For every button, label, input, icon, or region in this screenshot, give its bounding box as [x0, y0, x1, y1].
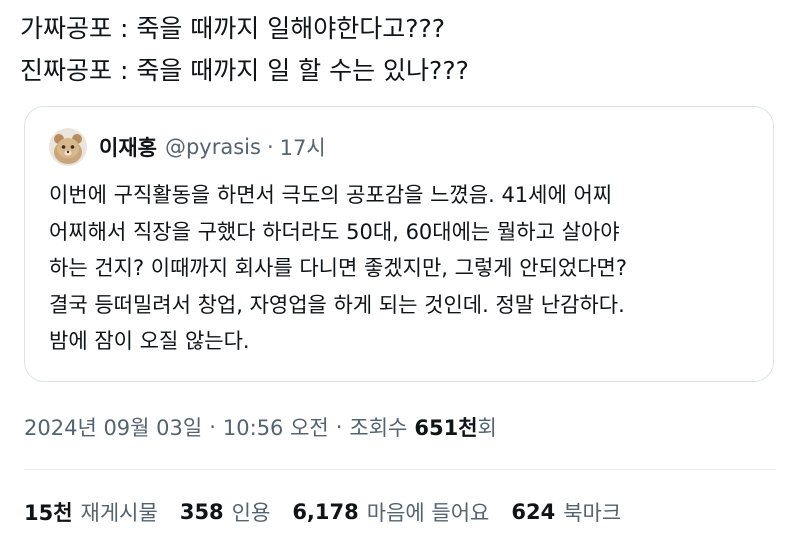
bookmarks-count: 624	[511, 500, 556, 524]
avatar[interactable]	[49, 128, 87, 166]
views-suffix: 회	[477, 416, 497, 440]
post-date[interactable]: 2024년 09월 03일	[24, 412, 202, 442]
bookmarks-stat[interactable]: 624 북마크	[511, 497, 621, 527]
quoted-tweet-header: 이재홍 @pyrasis · 17시	[49, 127, 326, 167]
engagement-stats: 15천 재게시물 358 인용 6,178 마음에 들어요 624 북마크	[24, 494, 643, 530]
quote-line: 하는 건지? 이때까지 회사를 다니면 좋겠지만, 그렇게 안되었다면?	[49, 256, 628, 280]
quote-line: 이번에 구직활동을 하면서 극도의 공포감을 느꼈음. 41세에 어찌	[49, 183, 613, 207]
likes-stat[interactable]: 6,178 마음에 들어요	[292, 497, 489, 527]
separator-dot: ·	[209, 415, 216, 439]
reposts-stat[interactable]: 15천 재게시물	[24, 497, 158, 527]
likes-label: 마음에 들어요	[366, 501, 490, 525]
quoted-tweet-card[interactable]: 이재홍 @pyrasis · 17시 이번에 구직활동을 하면서 극도의 공포감…	[24, 106, 774, 382]
profile-photo-icon	[49, 128, 87, 166]
divider	[24, 469, 776, 470]
quote-line: 결국 등떠밀려서 창업, 자영업을 하게 되는 것인데. 정말 난감하다.	[49, 292, 625, 317]
post-time[interactable]: 10:56 오전	[223, 412, 329, 442]
tweet-metadata: 2024년 09월 03일 · 10:56 오전 · 조회수 651천 회	[24, 410, 497, 444]
quotes-label: 인용	[231, 501, 271, 525]
tweet-text: 가짜공포 : 죽을 때까지 일해야한다고??? 진짜공포 : 죽을 때까지 일 …	[20, 8, 780, 92]
post-timestamp[interactable]: 17시	[280, 132, 326, 162]
author-handle[interactable]: @pyrasis	[165, 135, 261, 159]
tweet-line: 가짜공포 : 죽을 때까지 일해야한다고???	[20, 14, 446, 43]
author-name[interactable]: 이재홍	[99, 132, 157, 162]
separator-dot: ·	[335, 415, 343, 439]
tweet-line: 진짜공포 : 죽을 때까지 일 할 수는 있나???	[20, 56, 469, 85]
quoted-tweet-text: 이번에 구직활동을 하면서 극도의 공포감을 느꼈음. 41세에 어찌 어찌해서…	[49, 177, 754, 360]
separator-dot: ·	[266, 135, 274, 159]
reposts-label: 재게시물	[80, 501, 158, 525]
tweet-detail: 가짜공포 : 죽을 때까지 일해야한다고??? 진짜공포 : 죽을 때까지 일 …	[0, 0, 800, 545]
reposts-count: 15천	[24, 501, 73, 525]
bookmarks-label: 북마크	[563, 501, 622, 525]
quote-line: 어찌해서 직장을 구했다 하더라도 50대, 60대에는 뭘하고 살아야	[49, 219, 620, 244]
quotes-stat[interactable]: 358 인용	[180, 497, 270, 527]
quote-line: 밤에 잠이 오질 않는다.	[49, 329, 250, 353]
views-label: 조회수	[349, 416, 408, 440]
views-count: 651천	[414, 416, 478, 440]
quotes-count: 358	[179, 500, 224, 524]
likes-count: 6,178	[292, 500, 359, 524]
